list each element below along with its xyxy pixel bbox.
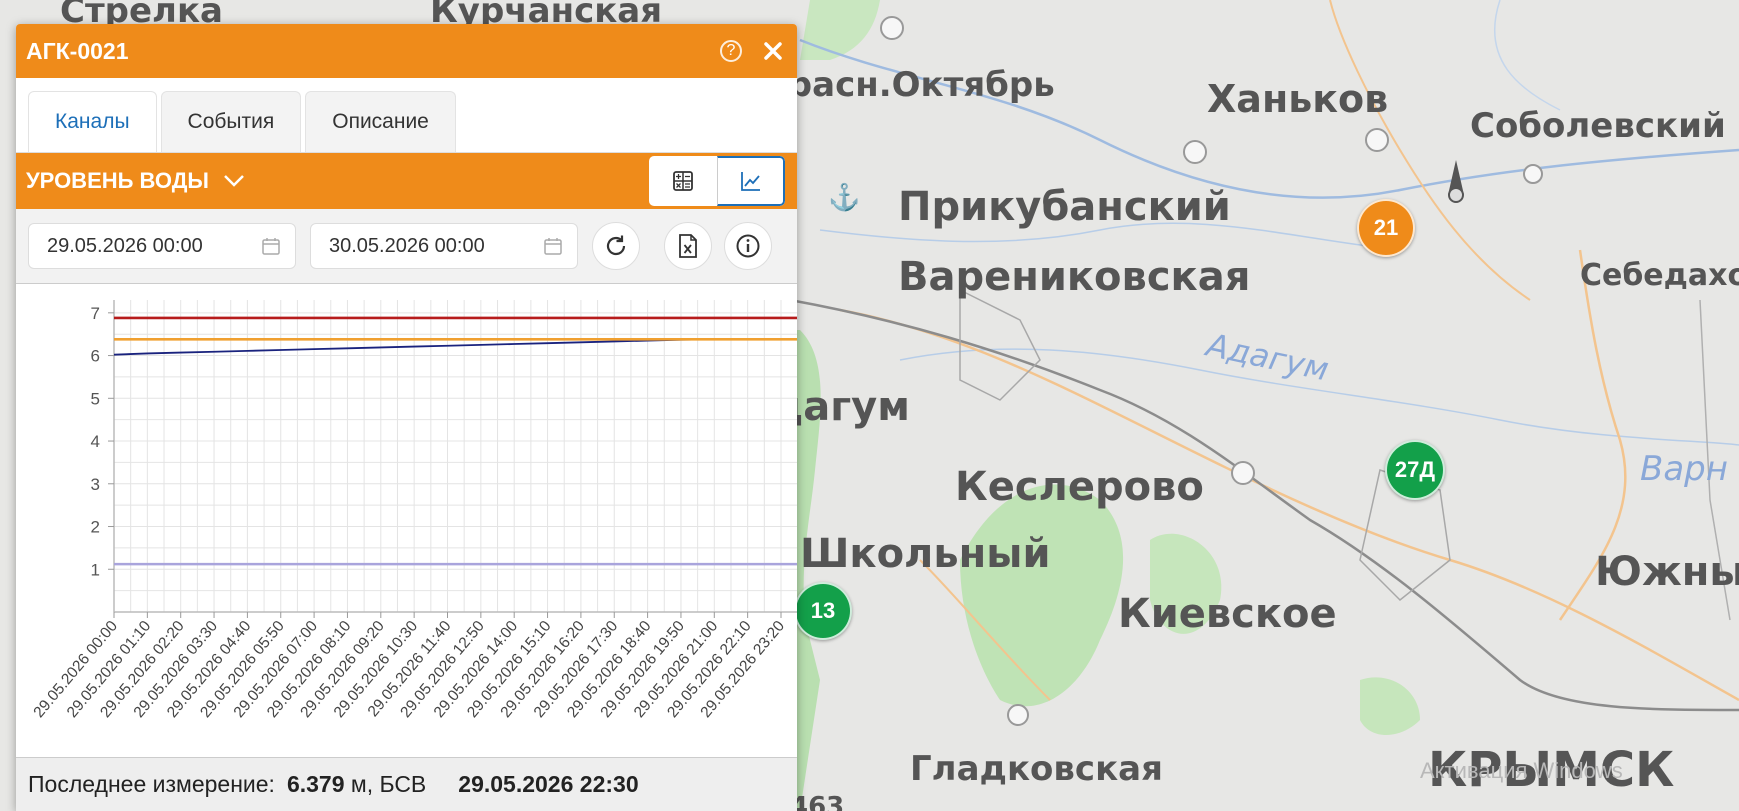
chart-icon <box>740 172 760 191</box>
map-label-varenikovskaya: Варениковская <box>898 254 1250 300</box>
calendar-icon <box>544 238 562 255</box>
tab-description[interactable]: Описание <box>305 91 456 152</box>
last-measurement-label: Последнее измерение: <box>28 771 275 797</box>
filter-bar: 29.05.2026 00:00 30.05.2026 00:00 <box>16 209 797 284</box>
map-label-prikubanskiy: Прикубанский <box>898 184 1231 230</box>
windows-activation-watermark: Активация Windows <box>1420 758 1623 783</box>
view-toggle <box>649 156 785 206</box>
panel-titlebar: АГК-0021 ? <box>16 24 797 78</box>
map-label-gladkovskaya: Гладковская <box>910 749 1163 789</box>
refresh-button[interactable] <box>592 222 640 270</box>
y-tick-label: 5 <box>91 389 100 408</box>
y-tick-label: 1 <box>91 560 100 579</box>
map-label-kievskoe: Киевское <box>1118 591 1337 637</box>
map-label-keslerovo: Кеслерово <box>955 464 1204 510</box>
date-to-field[interactable]: 30.05.2026 00:00 <box>310 223 578 269</box>
series-line-0 <box>113 338 797 356</box>
chart-svg: 123456729.05.2026 00:0029.05.2026 01:102… <box>30 300 797 721</box>
close-icon <box>764 42 782 60</box>
map-label-varn: Варн <box>1640 449 1728 489</box>
calendar-icon <box>262 238 280 255</box>
help-button[interactable]: ? <box>717 37 745 65</box>
table-icon <box>673 171 693 191</box>
y-tick-label: 7 <box>91 304 100 323</box>
tab-events[interactable]: События <box>160 91 302 152</box>
channel-bar: УРОВЕНЬ ВОДЫ <box>16 153 797 209</box>
map-label-khankov: Ханьков <box>1207 77 1388 121</box>
panel-title: АГК-0021 <box>26 37 129 64</box>
station-panel: АГК-0021 ? Каналы События Описание УРОВЕ… <box>16 24 797 811</box>
svg-text:⚓: ⚓ <box>828 182 860 212</box>
chevron-down-icon[interactable] <box>223 170 245 192</box>
y-tick-label: 6 <box>91 347 100 366</box>
date-from-value: 29.05.2026 00:00 <box>47 234 203 257</box>
date-from-field[interactable]: 29.05.2026 00:00 <box>28 223 296 269</box>
map-label-krasn-oktyabr: Красн.Октябрь <box>760 65 1055 105</box>
water-level-chart: 1 2 3 4 5 6 7 29.05.2026 00:00 29.05.2026 01:10 2… <box>16 286 797 764</box>
station-marker-13[interactable]: 13 <box>794 582 852 640</box>
close-button[interactable] <box>759 37 787 65</box>
map-label-yuzhnyy: Южный <box>1595 549 1739 595</box>
last-measurement-bar: Последнее измерение: 6.379 м, БСВ 29.05.… <box>16 757 797 811</box>
last-measurement-value: 6.379 <box>286 771 345 797</box>
date-to-value: 30.05.2026 00:00 <box>329 234 485 257</box>
y-tick-label: 4 <box>91 432 100 451</box>
y-tick-label: 3 <box>91 475 100 494</box>
info-icon <box>736 234 760 258</box>
last-measurement-unit: м, БСВ <box>344 771 427 797</box>
map-label-sebedakhovo: Себедахово <box>1580 258 1739 293</box>
info-button[interactable] <box>724 222 772 270</box>
refresh-icon <box>606 235 626 256</box>
panel-tabs: Каналы События Описание <box>16 78 797 153</box>
export-excel-button[interactable] <box>664 222 712 270</box>
map-label-shkolnyy: Школьный <box>800 531 1050 577</box>
channel-selector-label[interactable]: УРОВЕНЬ ВОДЫ <box>26 168 209 194</box>
station-marker-27d[interactable]: 27Д <box>1385 440 1445 500</box>
last-measurement-timestamp: 29.05.2026 22:30 <box>458 771 639 797</box>
map-label-sobolevskiy: Соболевский <box>1470 106 1726 146</box>
tab-channels[interactable]: Каналы <box>28 91 157 152</box>
chart-view-button[interactable] <box>717 156 785 206</box>
y-tick-label: 2 <box>91 518 100 537</box>
excel-file-icon <box>679 234 697 258</box>
station-marker-21[interactable]: 21 <box>1357 199 1415 257</box>
map-label-463: 463 <box>790 792 844 811</box>
table-view-button[interactable] <box>649 156 717 206</box>
question-circle-icon: ? <box>720 40 742 62</box>
